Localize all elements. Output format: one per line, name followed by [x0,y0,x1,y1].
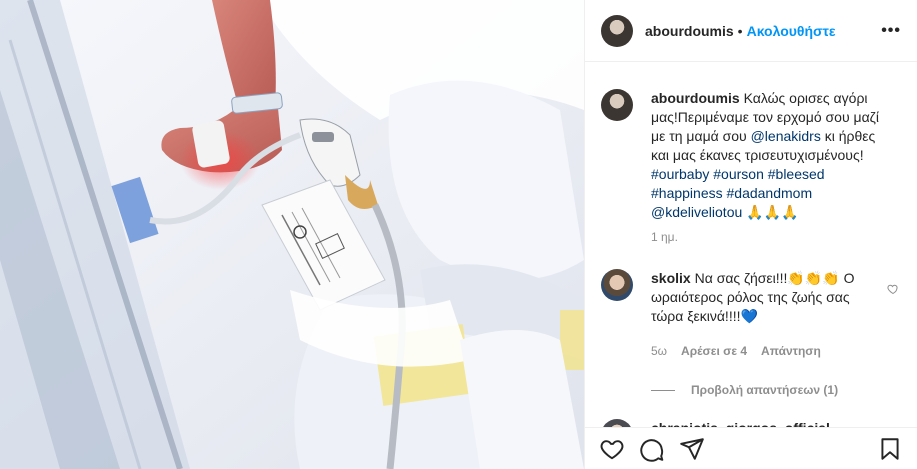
comment-meta: 5ω Αρέσει σε 4 Απάντηση [651,342,871,361]
view-replies-label: Προβολή απαντήσεων (1) [691,383,839,397]
replies-divider [651,389,675,391]
caption-mention[interactable]: @lenakidrs [751,128,821,144]
bookmark-icon[interactable] [877,436,903,462]
caption-emoji: 🙏🙏🙏 [742,204,799,220]
reply-button[interactable]: Απάντηση [761,342,821,361]
comment-item: chraniotis_giorgos_official [601,419,901,427]
more-options-icon[interactable]: ••• [881,22,901,40]
commenter-avatar[interactable] [601,419,633,427]
post-sidebar: abourdoumis • Ακολουθήστε ••• abourdoumi… [584,0,917,469]
caption-avatar[interactable] [601,89,633,121]
comment-time[interactable]: 5ω [651,342,667,361]
comments-section[interactable]: abourdoumis Καλώς ορισες αγόρι μας!Περιμ… [585,63,917,427]
newborn-photo-illustration [0,0,584,469]
post-header: abourdoumis • Ακολουθήστε ••• [585,0,917,62]
caption-username[interactable]: abourdoumis [651,90,740,106]
header-separator: • [737,22,743,39]
heart-icon[interactable] [599,436,625,462]
comment-item: skolix Να σας ζήσει!!!👏👏👏 Ο ωραιότερος ρ… [601,269,901,361]
follow-button[interactable]: Ακολουθήστε [747,23,836,39]
caption-timestamp[interactable]: 1 ημ. [651,228,893,247]
caption-body: abourdoumis Καλώς ορισες αγόρι μας!Περιμ… [651,89,893,247]
post-actions-bar [585,427,917,469]
comment-username[interactable]: skolix [651,270,691,286]
post-photo[interactable] [0,0,584,469]
send-icon[interactable] [679,436,705,462]
comment-body: skolix Να σας ζήσει!!!👏👏👏 Ο ωραιότερος ρ… [651,269,871,361]
comment-icon[interactable] [639,436,665,462]
commenter-avatar[interactable] [601,269,633,301]
author-username[interactable]: abourdoumis [645,23,734,39]
view-replies-button[interactable]: Προβολή απαντήσεων (1) [651,383,901,397]
comment-likes[interactable]: Αρέσει σε 4 [681,342,747,361]
author-avatar[interactable] [601,14,633,47]
comment-like-heart-icon[interactable] [887,283,899,295]
caption-hashtags[interactable]: #ourbaby #ourson #bleesed #happiness #da… [651,166,825,201]
comment-body: chraniotis_giorgos_official [651,419,830,427]
post-caption: abourdoumis Καλώς ορισες αγόρι μας!Περιμ… [601,63,901,247]
comment-username[interactable]: chraniotis_giorgos_official [651,420,830,427]
caption-mention-2[interactable]: @kdeliveliotou [651,204,742,220]
